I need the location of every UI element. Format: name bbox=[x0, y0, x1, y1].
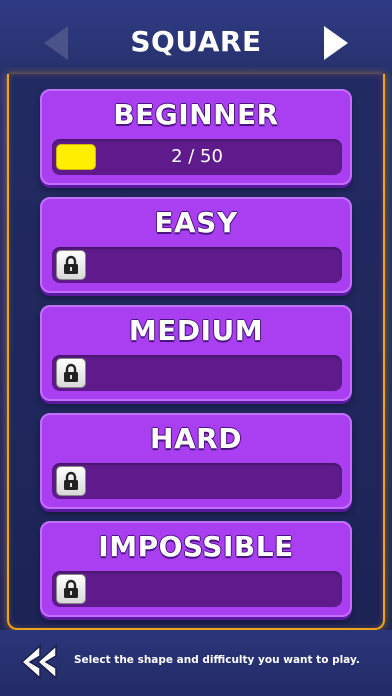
shape-title: SQUARE bbox=[130, 25, 262, 58]
lock-icon bbox=[56, 250, 86, 280]
progress-bar bbox=[52, 463, 342, 499]
progress-bar bbox=[52, 247, 342, 283]
difficulty-card-impossible[interactable]: IMPOSSIBLE bbox=[40, 521, 352, 617]
instruction-text: Select the shape and difficulty you want… bbox=[74, 654, 360, 666]
difficulty-label: HARD bbox=[150, 422, 242, 455]
lock-icon bbox=[56, 574, 86, 604]
back-button[interactable] bbox=[18, 642, 60, 682]
difficulty-label: MEDIUM bbox=[128, 314, 264, 347]
difficulty-card-easy[interactable]: EASY bbox=[40, 197, 352, 293]
difficulty-card-hard[interactable]: HARD bbox=[40, 413, 352, 509]
difficulty-label: BEGINNER bbox=[113, 98, 279, 131]
difficulty-label: IMPOSSIBLE bbox=[98, 530, 294, 563]
triangle-left-icon[interactable] bbox=[44, 26, 68, 60]
progress-bar bbox=[52, 571, 342, 607]
app-screen: SQUARE BEGINNER 2 / 50 EASY MEDIUM HARD … bbox=[0, 0, 392, 696]
progress-bar bbox=[52, 355, 342, 391]
difficulty-card-beginner[interactable]: BEGINNER 2 / 50 bbox=[40, 89, 352, 185]
lock-icon bbox=[56, 358, 86, 388]
header-bar: SQUARE bbox=[0, 0, 392, 74]
triangle-right-icon[interactable] bbox=[324, 26, 348, 60]
difficulty-label: EASY bbox=[154, 206, 238, 239]
footer-bar: Select the shape and difficulty you want… bbox=[0, 630, 392, 696]
difficulty-card-medium[interactable]: MEDIUM bbox=[40, 305, 352, 401]
lock-icon bbox=[56, 466, 86, 496]
progress-count: 2 / 50 bbox=[171, 146, 223, 167]
progress-bar: 2 / 50 bbox=[52, 139, 342, 175]
double-chevron-left-icon bbox=[20, 644, 57, 680]
